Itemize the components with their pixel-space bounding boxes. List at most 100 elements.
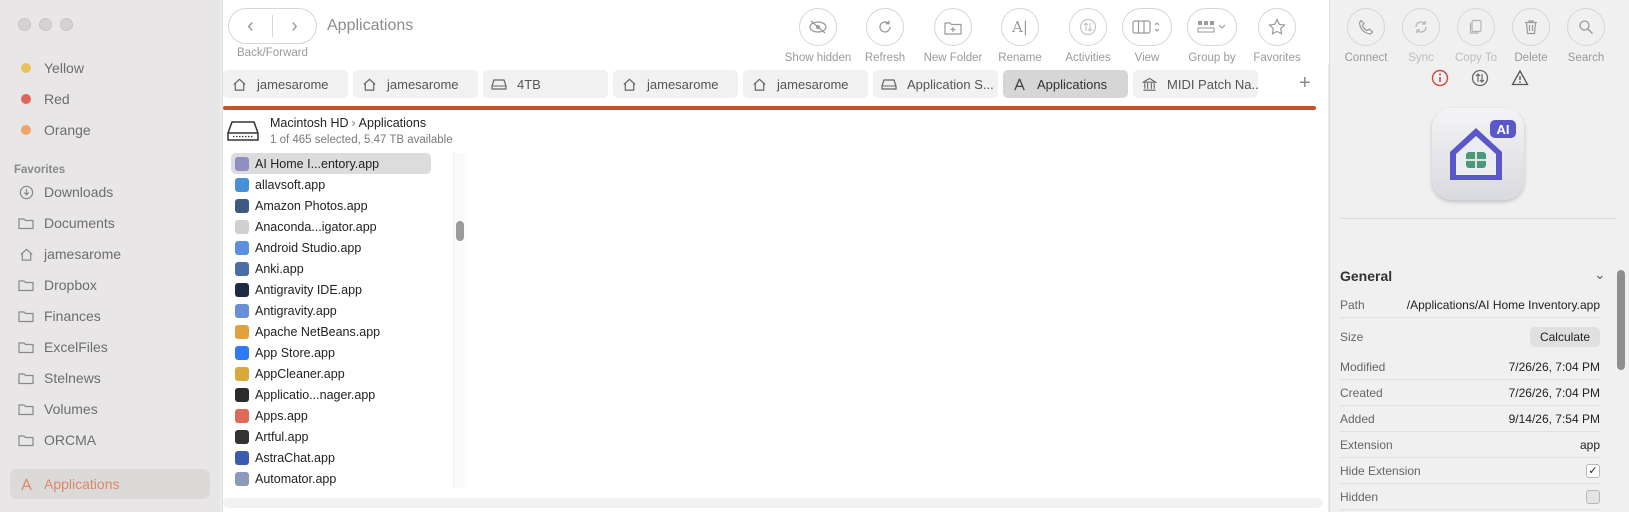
file-row[interactable]: AI Home I...entory.app [231, 153, 431, 174]
file-list: AI Home I...entory.app allavsoft.app Amazo… [231, 153, 431, 489]
file-list-scrollbar[interactable] [453, 153, 465, 488]
file-name: AstraChat.app [255, 450, 335, 465]
inspector-mode-switcher [1430, 68, 1530, 88]
info-icon[interactable] [1430, 68, 1450, 88]
favorites-button[interactable]: Favorites [1241, 8, 1313, 64]
scrollbar-thumb[interactable] [456, 221, 464, 241]
hidden-checkbox[interactable] [1586, 489, 1600, 504]
sidebar-item-finances[interactable]: Finances [10, 301, 210, 331]
sidebar-item-documents[interactable]: Documents [10, 208, 210, 238]
file-row[interactable]: Anaconda...igator.app [231, 216, 431, 237]
selection-status: 1 of 465 selected, 5.47 TB available [270, 134, 453, 146]
prop-label: Size [1340, 330, 1364, 344]
tab-jamesarome-4[interactable]: jamesarome [743, 70, 868, 98]
file-row[interactable]: App Store.app [231, 342, 431, 363]
calculate-size-button[interactable]: Calculate [1529, 327, 1600, 347]
file-row[interactable]: Amazon Photos.app [231, 195, 431, 216]
sidebar-item-orcma[interactable]: ORCMA [10, 425, 210, 455]
connect-button[interactable]: Connect [1338, 8, 1394, 64]
file-row[interactable]: Anki.app [231, 258, 431, 279]
rename-icon: A| [1001, 8, 1039, 46]
sidebar: Yellow Red Orange Favorites Downloads Do… [0, 0, 220, 512]
sidebar-item-label: Finances [44, 308, 101, 324]
inspector-scrollbar-thumb[interactable] [1617, 270, 1625, 370]
hide-extension-checkbox[interactable]: ✓ [1586, 463, 1600, 478]
show-hidden-button[interactable]: Show hidden [782, 8, 854, 64]
sidebar-item-dropbox[interactable]: Dropbox [10, 270, 210, 300]
prop-size: Size Calculate [1340, 323, 1600, 351]
view-button[interactable]: View [1111, 8, 1183, 64]
sidebar-item-label: Orange [44, 122, 91, 138]
tab-jamesarome-3[interactable]: jamesarome [613, 70, 738, 98]
transfer-icon[interactable] [1470, 68, 1490, 88]
sidebar-item-applications[interactable]: Applications [10, 469, 210, 499]
tab-applications[interactable]: Applications [1003, 70, 1128, 98]
sync-icon [1402, 8, 1440, 46]
prop-value: 7/26/26, 7:04 PM [1508, 359, 1600, 374]
sidebar-tag-yellow[interactable]: Yellow [10, 53, 210, 83]
file-row[interactable]: AppCleaner.app [231, 363, 431, 384]
close-window-button[interactable] [18, 18, 31, 31]
file-row[interactable]: Apache NetBeans.app [231, 321, 431, 342]
copy-to-button[interactable]: Copy To [1448, 8, 1504, 64]
file-row[interactable]: Android Studio.app [231, 237, 431, 258]
inspector-panel: Connect Sync Copy To Delete Search AI Ge… [1329, 0, 1629, 512]
breadcrumb-item-macintosh-hd[interactable]: Macintosh HD [270, 116, 349, 130]
file-row[interactable]: Artful.app [231, 426, 431, 447]
folder-icon [18, 277, 34, 293]
tab-midi-patch-names[interactable]: MIDI Patch Na... [1133, 70, 1258, 98]
file-row[interactable]: Applicatio...nager.app [231, 384, 431, 405]
search-button[interactable]: Search [1558, 8, 1614, 64]
tab-application-support[interactable]: Application S... [873, 70, 998, 98]
sidebar-item-label: jamesarome [44, 246, 122, 262]
tab-jamesarome-1[interactable]: jamesarome [223, 70, 348, 98]
horizontal-scrollbar[interactable] [223, 498, 1323, 508]
sidebar-item-downloads[interactable]: Downloads [10, 177, 210, 207]
add-tab-button[interactable]: + [1299, 72, 1311, 95]
file-row[interactable]: Antigravity.app [231, 300, 431, 321]
tab-jamesarome-2[interactable]: jamesarome [353, 70, 478, 98]
sidebar-tag-red[interactable]: Red [10, 84, 210, 114]
file-row[interactable]: Automator.app [231, 468, 431, 489]
file-row[interactable]: Apps.app [231, 405, 431, 426]
file-row[interactable]: AstraChat.app [231, 447, 431, 468]
rename-button[interactable]: A| Rename [984, 8, 1056, 64]
divider [1340, 218, 1616, 219]
toolbar-button-label: Show hidden [784, 52, 852, 64]
refresh-button[interactable]: Refresh [849, 8, 921, 64]
trash-icon [1512, 8, 1550, 46]
sidebar-item-label: Downloads [44, 184, 114, 200]
folder-icon [18, 339, 34, 355]
sidebar-item-label: Yellow [44, 60, 84, 76]
sidebar-item-stelnews[interactable]: Stelnews [10, 363, 210, 393]
drive-icon [491, 76, 507, 92]
group-by-button[interactable]: Group by [1176, 8, 1248, 64]
folder-icon [18, 370, 34, 386]
new-folder-icon [934, 8, 972, 46]
app-file-icon [235, 429, 249, 444]
tab-4tb[interactable]: 4TB [483, 70, 608, 98]
applications-icon [18, 476, 34, 492]
file-row[interactable]: Antigravity IDE.app [231, 279, 431, 300]
new-folder-button[interactable]: New Folder [917, 8, 989, 64]
file-row[interactable]: allavsoft.app [231, 174, 431, 195]
sidebar-item-jamesarome[interactable]: jamesarome [10, 239, 210, 269]
sidebar-item-label: Red [44, 91, 70, 107]
sidebar-tag-orange[interactable]: Orange [10, 115, 210, 145]
chevron-down-icon[interactable]: ⌄ [1594, 266, 1606, 283]
zoom-window-button[interactable] [60, 18, 73, 31]
minimize-window-button[interactable] [39, 18, 52, 31]
delete-button[interactable]: Delete [1503, 8, 1559, 64]
back-button[interactable]: ‹ [229, 9, 272, 43]
sidebar-item-excelfiles[interactable]: ExcelFiles [10, 332, 210, 362]
breadcrumb-item-applications[interactable]: Applications [359, 116, 426, 130]
prop-value: 9/14/26, 7:54 PM [1508, 411, 1600, 426]
warning-icon[interactable] [1510, 68, 1530, 88]
sync-button[interactable]: Sync [1393, 8, 1449, 64]
file-name: Antigravity.app [255, 303, 337, 318]
tab-label: jamesarome [387, 76, 459, 92]
home-icon [621, 76, 637, 92]
forward-button[interactable]: › [273, 9, 316, 43]
sidebar-item-volumes[interactable]: Volumes [10, 394, 210, 424]
sidebar-item-label: Applications [44, 476, 120, 492]
